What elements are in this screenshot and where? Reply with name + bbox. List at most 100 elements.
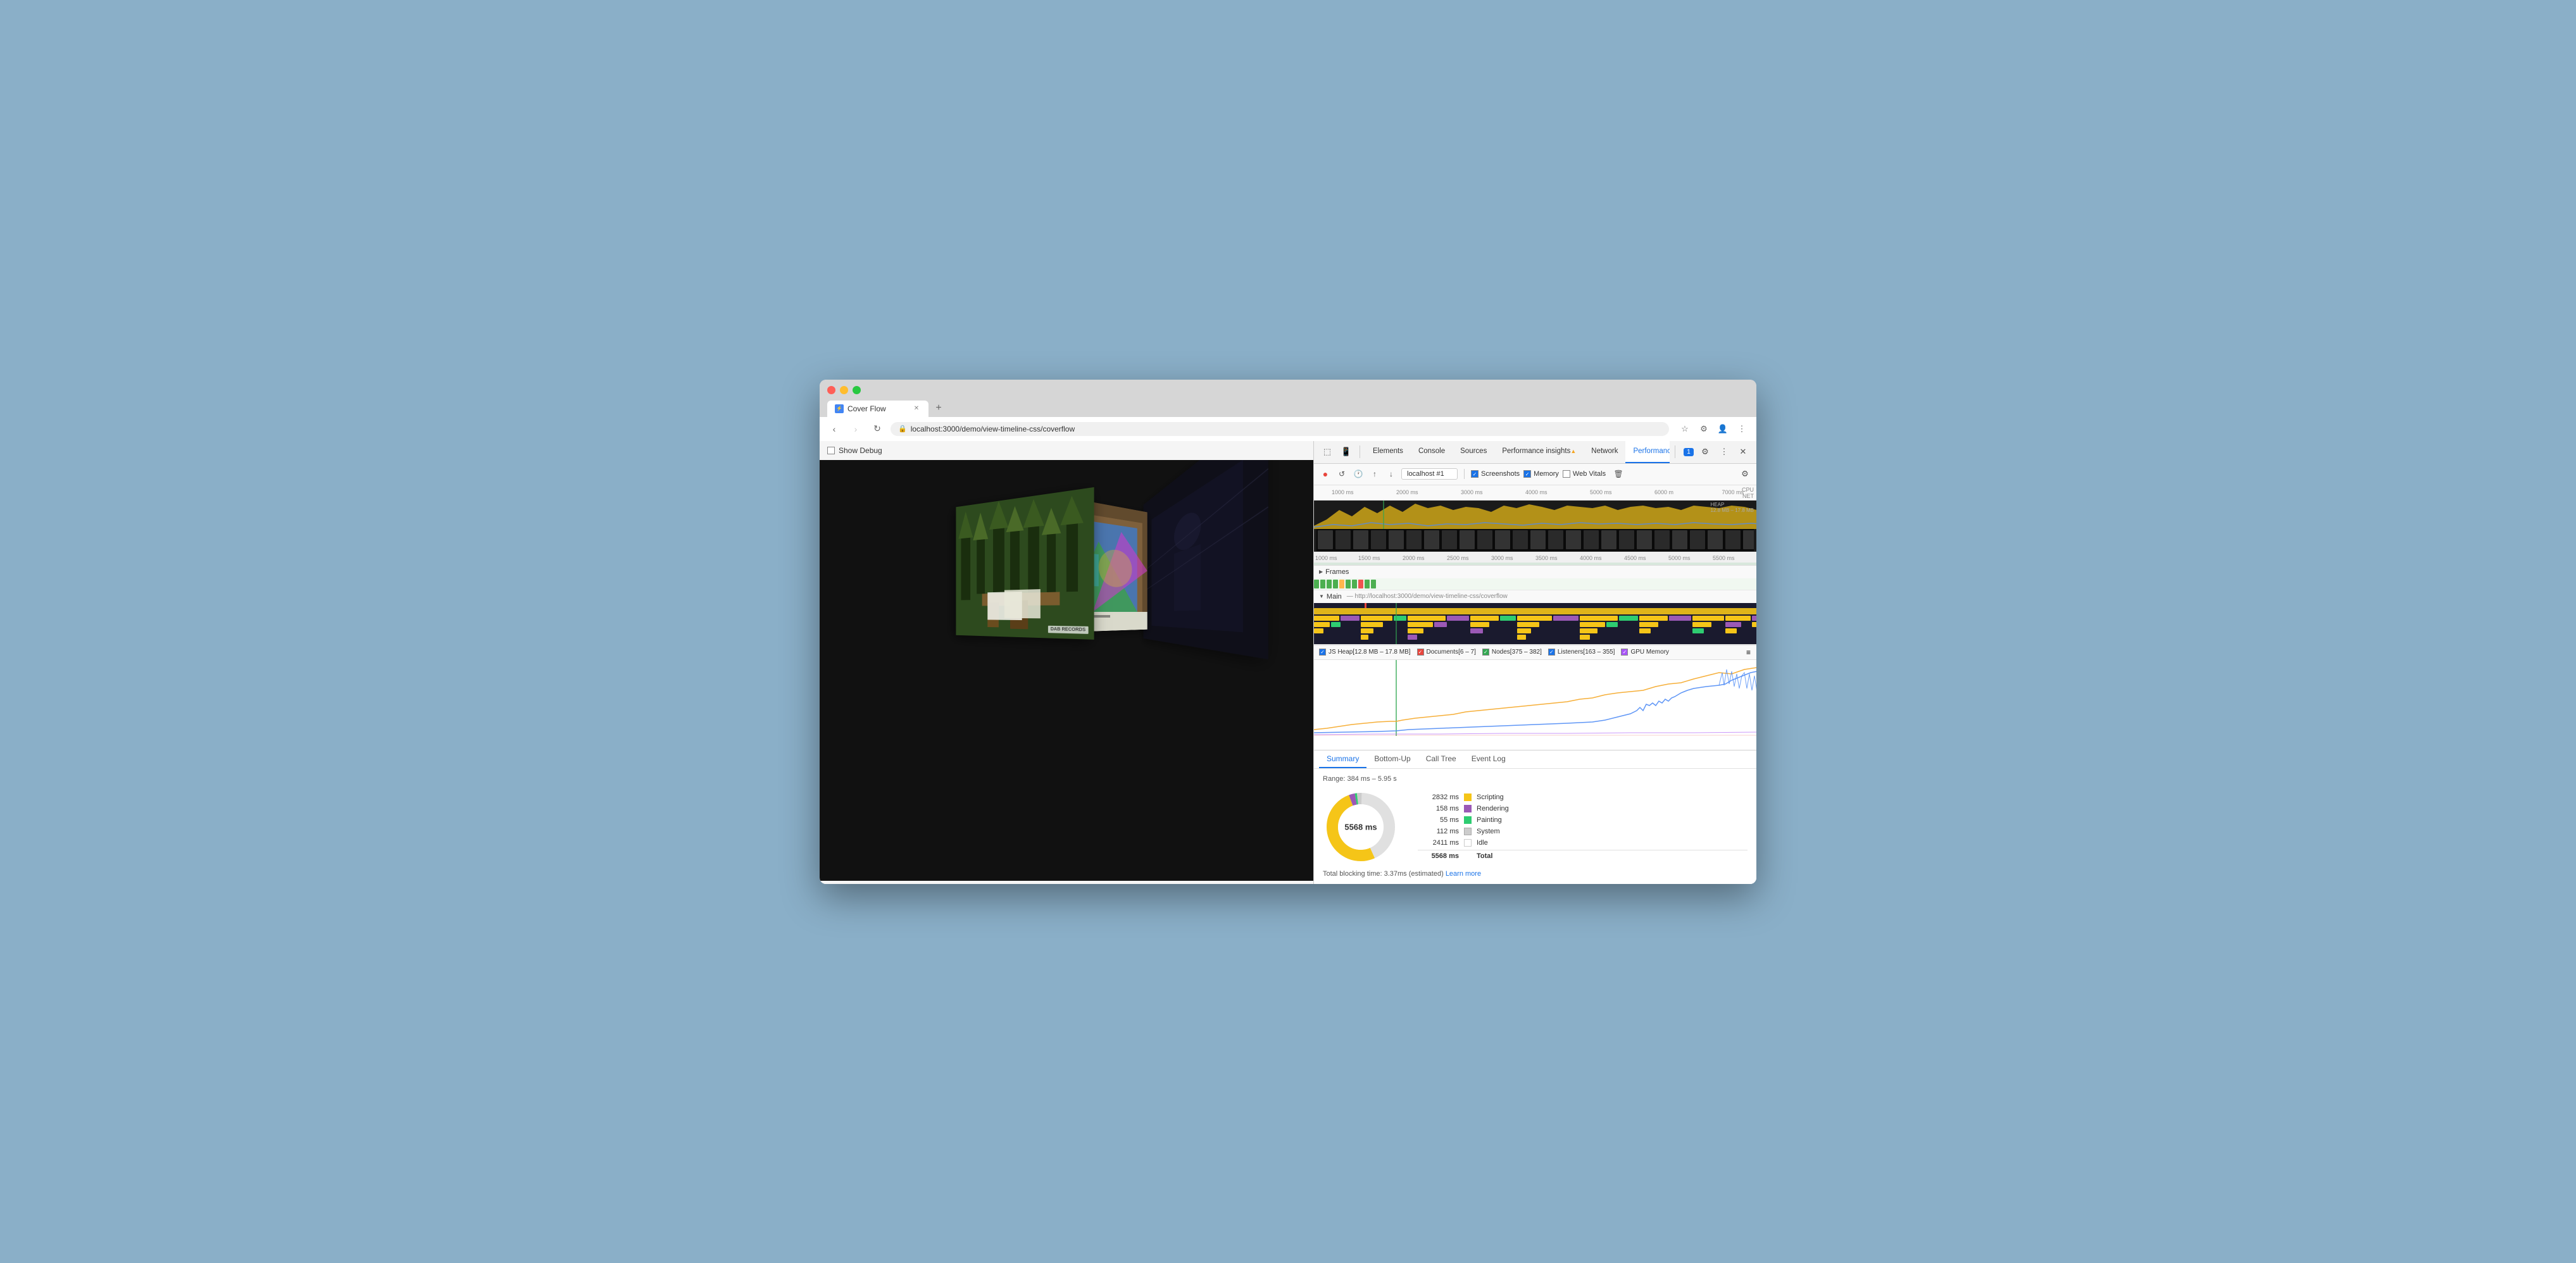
rendering-ms: 158 ms — [1418, 805, 1459, 812]
svg-text:5500 ms: 5500 ms — [1713, 555, 1735, 561]
profile-button[interactable]: 👤 — [1715, 421, 1731, 437]
summary-row-system: 112 ms System — [1418, 826, 1748, 837]
show-debug-bar: Show Debug — [820, 441, 1313, 460]
summary-row-painting: 55 ms Painting — [1418, 814, 1748, 826]
maximize-button[interactable] — [853, 386, 861, 394]
scrollbar-toggle[interactable]: ≡ — [1746, 648, 1751, 657]
menu-button[interactable]: ⋮ — [1734, 421, 1750, 437]
range-text: Range: 384 ms – 5.95 s — [1323, 775, 1748, 783]
timeline-overview: 1000 ms 2000 ms 3000 ms 4000 ms 5000 ms … — [1314, 485, 1756, 552]
separator — [1464, 469, 1465, 479]
summary-section: 5568 ms 2832 ms Scripting 158 ms — [1323, 789, 1748, 865]
painting-color — [1464, 816, 1472, 824]
system-color — [1464, 828, 1472, 835]
minimize-button[interactable] — [840, 386, 848, 394]
tab-elements[interactable]: Elements — [1365, 441, 1411, 463]
listeners-legend: ✓ Listeners[163 – 355] — [1548, 649, 1615, 656]
back-button[interactable]: ‹ — [826, 421, 842, 437]
clear-button[interactable]: 🕐 — [1352, 468, 1365, 480]
mini-charts: HEAP12.8 MB – 17.8 MB — [1314, 501, 1756, 529]
record-button[interactable]: ● — [1319, 468, 1332, 480]
listeners-checkbox[interactable]: ✓ — [1548, 649, 1555, 656]
nodes-checkbox[interactable]: ✓ — [1482, 649, 1489, 656]
frames-header[interactable]: ▶ Frames — [1314, 566, 1756, 578]
screenshots-strip — [1314, 529, 1756, 552]
settings-button[interactable]: ⚙ — [1697, 444, 1713, 460]
scripting-label: Scripting — [1477, 793, 1504, 801]
timeline-ruler: 1000 ms 2000 ms 3000 ms 4000 ms 5000 ms … — [1314, 485, 1756, 501]
main-chevron: ▼ — [1319, 594, 1324, 599]
web-vitals-checkbox-label: Web Vitals — [1563, 470, 1606, 478]
listeners-label: Listeners[163 – 355] — [1558, 649, 1615, 656]
active-tab[interactable]: ⚡ Cover Flow ✕ — [827, 401, 928, 417]
perf-gear-button[interactable]: ⚙ — [1739, 468, 1751, 480]
memory-label: Memory — [1534, 470, 1559, 478]
donut-center-text: 5568 ms — [1344, 822, 1377, 831]
web-vitals-checkbox[interactable] — [1563, 470, 1570, 478]
bottom-content: Range: 384 ms – 5.95 s — [1314, 769, 1756, 884]
ruler-label-1000: 1000 ms — [1332, 489, 1354, 495]
learn-more-link[interactable]: Learn more — [1446, 870, 1481, 878]
ruler-label-4000: 4000 ms — [1525, 489, 1547, 495]
documents-checkbox[interactable]: ✓ — [1417, 649, 1424, 656]
address-bar[interactable]: 🔒 localhost:3000/demo/view-timeline-css/… — [891, 422, 1669, 436]
web-vitals-label: Web Vitals — [1573, 470, 1606, 478]
frames-chevron: ▶ — [1319, 569, 1323, 575]
new-tab-button[interactable]: + — [930, 399, 947, 417]
svg-text:4000 ms: 4000 ms — [1580, 555, 1602, 561]
frames-label: Frames — [1325, 568, 1349, 576]
tab-summary[interactable]: Summary — [1319, 750, 1366, 768]
cover-flow-scene: DAB RECORDS — [820, 460, 1313, 881]
tab-bottom-up[interactable]: Bottom-Up — [1366, 750, 1418, 768]
js-heap-checkbox[interactable]: ✓ — [1319, 649, 1326, 656]
upload-button[interactable]: ↑ — [1368, 468, 1381, 480]
painting-ms: 55 ms — [1418, 816, 1459, 824]
tab-sources[interactable]: Sources — [1453, 441, 1494, 463]
bottom-panel: Summary Bottom-Up Call Tree Event Log Ra… — [1314, 750, 1756, 884]
show-debug-checkbox[interactable] — [827, 447, 835, 454]
extensions-button[interactable]: ⚙ — [1696, 421, 1712, 437]
ruler-label-5000: 5000 ms — [1590, 489, 1612, 495]
tab-performance[interactable]: Performance — [1625, 441, 1670, 463]
more-options-button[interactable]: ⋮ — [1716, 444, 1732, 460]
reload-record-button[interactable]: ↺ — [1335, 468, 1348, 480]
screenshots-checkbox[interactable]: ✓ — [1471, 470, 1479, 478]
scripting-ms: 2832 ms — [1418, 793, 1459, 801]
profile-select[interactable]: localhost #1 — [1401, 468, 1458, 480]
tab-performance-insights[interactable]: Performance insights ▲ — [1494, 441, 1584, 463]
forward-button[interactable]: › — [847, 421, 864, 437]
main-section: ▼ Main — http://localhost:3000/demo/view… — [1314, 590, 1756, 645]
traffic-lights — [827, 386, 1749, 394]
reload-button[interactable]: ↻ — [869, 421, 885, 437]
frames-section: ▶ Frames — [1314, 566, 1756, 590]
tab-network[interactable]: Network — [1584, 441, 1625, 463]
main-header[interactable]: ▼ Main — http://localhost:3000/demo/view… — [1314, 590, 1756, 603]
cf-scene: DAB RECORDS — [820, 460, 1313, 881]
device-toggle-button[interactable]: 📱 — [1338, 444, 1354, 460]
tab-call-tree[interactable]: Call Tree — [1418, 750, 1464, 768]
timeline-area: 1000 ms 1500 ms 2000 ms 2500 ms 3000 ms … — [1314, 552, 1756, 750]
tab-close-button[interactable]: ✕ — [912, 404, 921, 413]
total-label: Total — [1477, 852, 1492, 860]
idle-ms: 2411 ms — [1418, 839, 1459, 847]
devtools-panel: ⬚ 📱 Elements Console Sources Performance… — [1313, 441, 1756, 884]
summary-row-rendering: 158 ms Rendering — [1418, 803, 1748, 814]
tab-console[interactable]: Console — [1411, 441, 1453, 463]
trash-button[interactable]: 🗑 — [1612, 468, 1625, 480]
idle-color — [1464, 839, 1472, 847]
summary-row-idle: 2411 ms Idle — [1418, 837, 1748, 849]
download-button[interactable]: ↓ — [1385, 468, 1397, 480]
nav-actions: ☆ ⚙ 👤 ⋮ — [1677, 421, 1750, 437]
bookmark-button[interactable]: ☆ — [1677, 421, 1693, 437]
system-label: System — [1477, 828, 1500, 835]
show-debug-label: Show Debug — [839, 446, 882, 455]
close-button[interactable] — [827, 386, 835, 394]
close-devtools-button[interactable]: ✕ — [1735, 444, 1751, 460]
nodes-legend: ✓ Nodes[375 – 382] — [1482, 649, 1542, 656]
memory-checkbox[interactable]: ✓ — [1523, 470, 1531, 478]
tab-event-log[interactable]: Event Log — [1464, 750, 1513, 768]
inspect-element-button[interactable]: ⬚ — [1319, 444, 1335, 460]
painting-label: Painting — [1477, 816, 1502, 824]
heap-range-value: 12.8 MB – 17.8 MB — [1711, 507, 1754, 513]
gpu-memory-checkbox[interactable]: ✓ — [1621, 649, 1628, 656]
